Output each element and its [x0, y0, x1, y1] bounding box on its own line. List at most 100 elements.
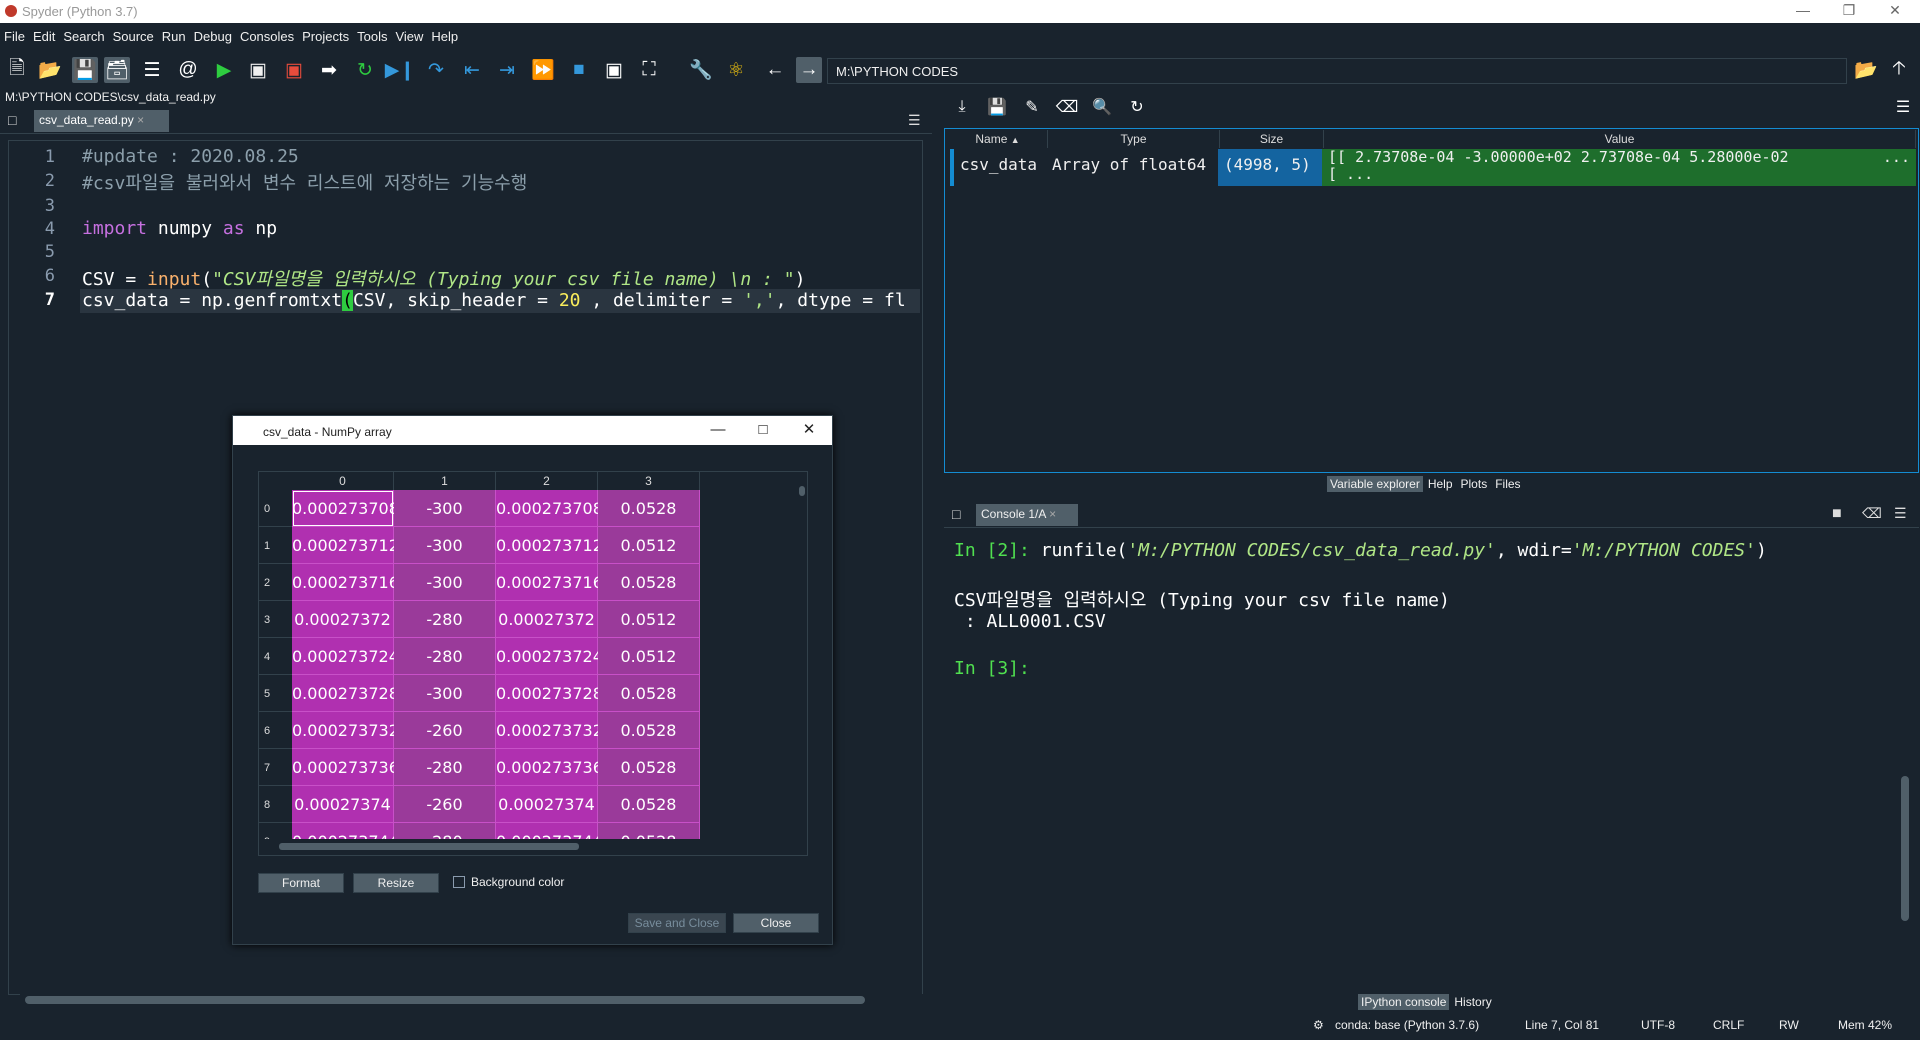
save-data-icon[interactable]: 💾 [984, 94, 1010, 120]
tab-files[interactable]: Files [1492, 476, 1524, 492]
array-cell[interactable]: 0.000273716 [496, 564, 603, 601]
refresh-icon[interactable]: ↻ [1124, 94, 1150, 120]
maximize-pane-icon[interactable]: ▣ [601, 57, 627, 83]
array-vertical-scrollbar[interactable] [797, 472, 807, 772]
array-cell[interactable]: -300 [394, 490, 496, 527]
clear-console-icon[interactable]: ⌫ [1862, 505, 1882, 522]
menu-projects[interactable]: Projects [298, 23, 353, 44]
back-arrow-icon[interactable]: ← [762, 57, 788, 83]
array-cell[interactable]: 0.0512 [598, 527, 700, 564]
debug-icon[interactable]: ▶❙ [385, 57, 416, 83]
save-data-as-icon[interactable]: ✎ [1019, 94, 1045, 120]
menu-run[interactable]: Run [158, 23, 190, 44]
array-cell[interactable]: -260 [394, 712, 496, 749]
step-icon[interactable]: ↷ [423, 57, 449, 83]
header-value[interactable]: Value [1324, 130, 1916, 148]
fullscreen-icon[interactable]: ⛶ [636, 57, 662, 83]
editor-menu-icon[interactable]: ☰ [908, 112, 921, 129]
array-cell[interactable]: 0.00027372 [496, 601, 598, 638]
variable-row[interactable]: csv_data Array of float64 (4998, 5) [[ 2… [950, 149, 1916, 186]
array-cell[interactable]: -280 [394, 749, 496, 786]
array-cell[interactable]: 0.000273708 [292, 490, 399, 527]
array-cell[interactable]: 0.0528 [598, 564, 700, 601]
array-cell[interactable]: -280 [394, 638, 496, 675]
menu-tools[interactable]: Tools [353, 23, 391, 44]
array-cell[interactable]: 0.000273712 [496, 527, 603, 564]
column-header[interactable]: 3 [598, 472, 700, 490]
array-cell[interactable]: 0.0528 [598, 749, 700, 786]
close-button[interactable]: Close [733, 913, 819, 933]
parent-dir-icon[interactable]: 🡡 [1886, 57, 1912, 83]
dialog-maximize-button[interactable]: □ [740, 416, 786, 445]
tab-ipython-console[interactable]: IPython console [1358, 994, 1450, 1010]
rerun-icon[interactable]: ↻ [352, 57, 378, 83]
working-directory-input[interactable]: M:\PYTHON CODES [827, 58, 1847, 84]
console-tab-close-icon[interactable]: × [1049, 507, 1056, 521]
array-cell[interactable]: 0.0512 [598, 601, 700, 638]
run-selection-icon[interactable]: ➡ [316, 57, 342, 83]
array-cell[interactable]: 0.000273736 [292, 749, 399, 786]
dialog-close-icon[interactable]: ✕ [786, 416, 832, 445]
console-input-3[interactable]: In [3]: [954, 658, 1030, 679]
row-header[interactable]: 5 [259, 675, 292, 712]
resize-button[interactable]: Resize [353, 873, 439, 893]
row-header[interactable]: 1 [259, 527, 292, 564]
menu-consoles[interactable]: Consoles [236, 23, 298, 44]
menu-debug[interactable]: Debug [190, 23, 236, 44]
menu-help[interactable]: Help [427, 23, 462, 44]
console-vertical-scrollbar[interactable] [1898, 528, 1912, 983]
open-file-icon[interactable]: 📂 [37, 57, 63, 83]
array-cell[interactable]: -300 [394, 675, 496, 712]
save-and-close-button[interactable]: Save and Close [628, 913, 726, 933]
array-cell[interactable]: 0.000273732 [496, 712, 603, 749]
row-header[interactable]: 3 [259, 601, 292, 638]
tab-csv-data-read[interactable]: csv_data_read.py × [34, 110, 169, 132]
header-name[interactable]: Name ▲ [948, 130, 1048, 148]
array-cell[interactable]: -300 [394, 564, 496, 601]
run-icon[interactable]: ▶ [211, 57, 237, 83]
column-header[interactable]: 0 [292, 472, 394, 490]
pane-options-icon[interactable]: □ [8, 112, 16, 128]
array-cell[interactable]: 0.000273732 [292, 712, 399, 749]
menu-view[interactable]: View [391, 23, 427, 44]
array-cell[interactable]: 0.0528 [598, 490, 700, 527]
array-cell[interactable]: 0.0512 [598, 638, 700, 675]
array-cell[interactable]: -300 [394, 527, 496, 564]
varexp-menu-icon[interactable]: ☰ [1890, 94, 1916, 120]
row-header[interactable]: 7 [259, 749, 292, 786]
header-size[interactable]: Size [1220, 130, 1324, 148]
row-header[interactable]: 4 [259, 638, 292, 675]
run-cell-icon[interactable]: ▣ [245, 57, 271, 83]
tab-console-1a[interactable]: Console 1/A × [976, 504, 1078, 526]
array-cell[interactable]: -280 [394, 601, 496, 638]
array-cell[interactable]: 0.000273716 [292, 564, 399, 601]
menu-source[interactable]: Source [109, 23, 158, 44]
restore-button[interactable]: ❐ [1826, 0, 1872, 23]
python-path-icon[interactable]: ⚛ [723, 57, 749, 83]
column-header[interactable]: 2 [496, 472, 598, 490]
array-table[interactable]: 0 1 2 3 0 0.000273708 -300 0.000273708 0.0528 1 0.… [258, 471, 808, 856]
row-header[interactable]: 2 [259, 564, 292, 601]
editor-horizontal-scrollbar[interactable] [20, 994, 925, 1006]
array-cell[interactable]: -260 [394, 786, 496, 823]
step-return-icon[interactable]: ⇥ [494, 57, 520, 83]
array-horizontal-scrollbar[interactable] [259, 839, 807, 855]
menu-file[interactable]: File [0, 23, 29, 44]
save-icon[interactable]: 💾 [72, 57, 98, 83]
tab-history[interactable]: History [1451, 994, 1494, 1010]
minimize-button[interactable]: — [1780, 0, 1826, 23]
array-cell[interactable]: 0.0528 [598, 675, 700, 712]
format-button[interactable]: Format [258, 873, 344, 893]
search-icon[interactable]: 🔍 [1089, 94, 1115, 120]
array-cell[interactable]: 0.000273728 [292, 675, 399, 712]
tab-plots[interactable]: Plots [1457, 476, 1491, 492]
continue-icon[interactable]: ⏩ [530, 57, 556, 83]
dialog-minimize-button[interactable]: — [695, 416, 741, 445]
array-cell[interactable]: 0.000273728 [496, 675, 603, 712]
close-window-button[interactable]: ✕ [1872, 0, 1918, 23]
menu-edit[interactable]: Edit [29, 23, 59, 44]
array-cell[interactable]: 0.00027374 [292, 786, 394, 823]
tab-help[interactable]: Help [1424, 476, 1456, 492]
array-cell[interactable]: 0.0528 [598, 712, 700, 749]
preferences-wrench-icon[interactable]: 🔧 [688, 57, 714, 83]
